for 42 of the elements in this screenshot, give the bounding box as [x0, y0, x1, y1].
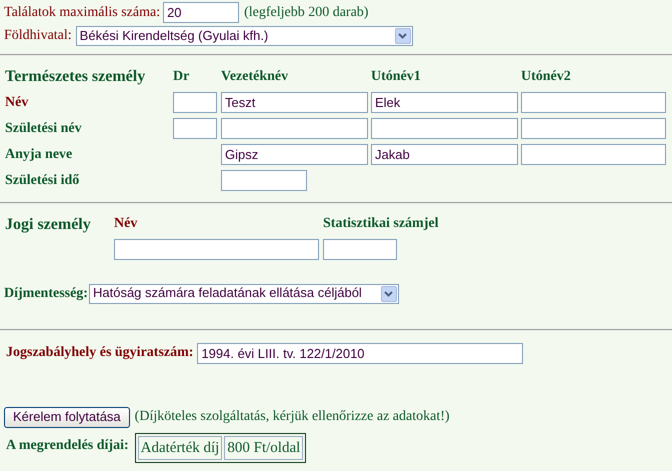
table-cell: 800 Ft/oldal: [224, 436, 304, 460]
dropdown[interactable]: Hatóság számára feladatának ellátása céljából: [88, 284, 399, 304]
name-field[interactable]: [173, 92, 217, 113]
dropdown[interactable]: Békési Kirendeltség (Gyulai kfh.): [76, 26, 413, 46]
name-field[interactable]: Elek: [371, 92, 518, 113]
name-field[interactable]: Teszt: [221, 92, 368, 113]
legal-basis-field[interactable]: 1994. évi LIII. tv. 122/1/2010: [197, 342, 524, 364]
max-results-label: Találatok maximális száma:: [4, 4, 160, 22]
company-name-field[interactable]: [114, 238, 319, 260]
chevron-down-icon: [394, 28, 411, 44]
chevron-down-icon: [380, 286, 397, 302]
name-field[interactable]: Jakab: [371, 144, 518, 165]
table-cell: Adatérték díj: [138, 436, 222, 460]
column-header: Utónév1: [371, 68, 422, 86]
name-field[interactable]: [371, 118, 518, 139]
name-field[interactable]: Gipsz: [221, 144, 368, 165]
date-field[interactable]: [221, 170, 307, 191]
max-results-note: (legfeljebb 200 darab): [244, 4, 368, 22]
name-field[interactable]: [521, 144, 666, 165]
column-header: Utónév2: [521, 68, 572, 86]
column-header: Vezetéknév: [221, 68, 290, 86]
column-header: Dr: [173, 68, 190, 86]
stat-number-label: Statisztikai számjel: [323, 215, 438, 232]
section-title: Természetes személy: [5, 67, 146, 87]
row-label: Születési idő: [5, 172, 80, 190]
fees-label: A megrendelés díjai:: [6, 436, 129, 454]
name-field[interactable]: [221, 118, 368, 139]
row-label: Név: [5, 94, 30, 112]
max-results-field[interactable]: 20: [163, 2, 240, 23]
fee-note: (Díjköteles szolgáltatás, kérjük ellenőrizze az adatokat!): [134, 408, 450, 426]
name-field[interactable]: [173, 118, 217, 139]
office-label: Földhivatal:: [4, 27, 72, 45]
row-label: Anyja neve: [5, 146, 74, 164]
row-label: Születési név: [5, 120, 83, 138]
name-label: Név: [114, 215, 138, 232]
section-title: Jogi személy: [5, 215, 92, 235]
name-field[interactable]: [521, 118, 666, 139]
name-field[interactable]: [521, 92, 666, 113]
stat-number-field[interactable]: [323, 238, 397, 260]
continue-button[interactable]: Kérelem folytatása: [4, 406, 130, 428]
legal-basis-label: Jogszabályhely és ügyiratszám:: [6, 344, 194, 362]
exemption-label: Díjmentesség:: [4, 284, 88, 302]
